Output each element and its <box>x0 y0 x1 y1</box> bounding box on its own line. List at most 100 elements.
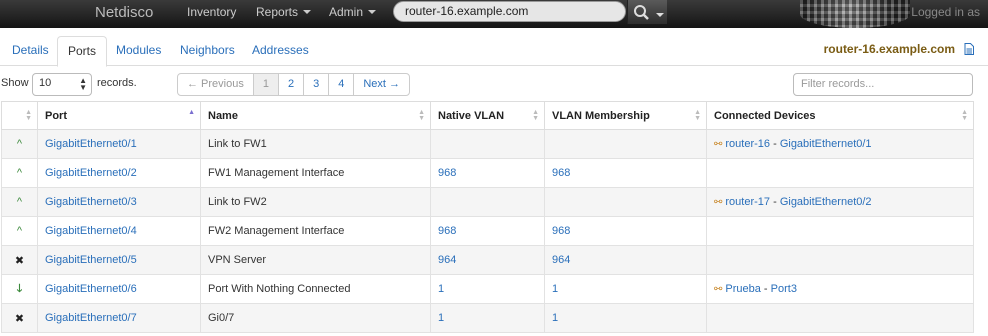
vlan-membership-cell: 964 <box>544 245 707 275</box>
port-link[interactable]: GigabitEthernet0/1 <box>45 138 137 150</box>
chevron-down-icon <box>656 13 664 17</box>
device-separator: - <box>770 196 780 208</box>
native-vlan-link[interactable]: 964 <box>438 254 456 266</box>
page-2-button[interactable]: 2 <box>277 74 303 95</box>
nav-reports[interactable]: Reports <box>256 5 312 19</box>
sort-ascending-icon: ▲ <box>188 109 195 116</box>
page-3-button[interactable]: 3 <box>303 74 328 95</box>
port-link[interactable]: GigabitEthernet0/5 <box>45 254 137 266</box>
native-vlan-cell: 1 <box>430 303 545 333</box>
port-header-label: Port <box>45 109 67 122</box>
tab-modules[interactable]: Modules <box>106 36 171 66</box>
sort-icon: ▲ ▼ <box>418 109 425 122</box>
nav-reports-label: Reports <box>256 5 299 19</box>
port-cell: GigabitEthernet0/2 <box>37 158 201 188</box>
name-header-label: Name <box>208 109 238 122</box>
sort-icon: ▲ ▼ <box>25 109 32 122</box>
link-icon: ⚯ <box>714 284 723 295</box>
vlan-membership-link[interactable]: 1 <box>552 283 558 295</box>
port-cell: GigabitEthernet0/1 <box>37 129 201 159</box>
vlan-membership-cell: 968 <box>544 158 707 188</box>
name-column-header[interactable]: Name ▲ ▼ <box>200 101 431 130</box>
document-icon[interactable] <box>964 43 974 55</box>
native-vlan-cell: 968 <box>430 216 545 246</box>
chevron-down-icon <box>303 10 312 14</box>
page-size-select[interactable]: 10 ▲ ▼ <box>32 73 92 96</box>
tab-ports[interactable]: Ports <box>57 36 108 67</box>
native-vlan-column-header[interactable]: Native VLAN ▲ ▼ <box>430 101 545 130</box>
vlan-membership-link[interactable]: 968 <box>552 167 570 179</box>
device-title[interactable]: router-16.example.com <box>824 42 955 56</box>
connected-device-link[interactable]: router-16 <box>725 138 770 150</box>
vlan-membership-link[interactable]: 964 <box>552 254 570 266</box>
vlan-membership-header-label: VLAN Membership <box>552 109 650 122</box>
disabled-x-icon: ✖ <box>1 303 38 333</box>
tab-addresses[interactable]: Addresses <box>242 36 319 66</box>
nav-inventory[interactable]: Inventory <box>187 5 236 19</box>
search-button[interactable] <box>627 0 667 24</box>
previous-page-button[interactable]: ← Previous <box>178 74 253 95</box>
connected-device-link[interactable]: Prueba <box>725 283 760 295</box>
sort-icon: ▲ ▼ <box>694 109 701 122</box>
next-page-button[interactable]: Next → <box>353 74 409 95</box>
disco-ball-graphic <box>800 0 910 28</box>
connected-port-link[interactable]: GigabitEthernet0/2 <box>780 196 872 208</box>
page-1-button[interactable]: 1 <box>252 74 278 95</box>
native-vlan-link[interactable]: 1 <box>438 283 444 295</box>
arrow-down-icon: 🡓 <box>1 274 38 304</box>
port-link[interactable]: GigabitEthernet0/2 <box>45 167 137 179</box>
filter-records-input[interactable]: Filter records... <box>793 73 973 96</box>
port-name-cell: VPN Server <box>200 245 431 275</box>
search-icon <box>634 5 649 20</box>
connected-devices-column-header[interactable]: Connected Devices ▲ ▼ <box>706 101 974 130</box>
connected-devices-cell <box>706 303 974 333</box>
vlan-membership-link[interactable]: 1 <box>552 312 558 324</box>
port-name-cell: FW1 Management Interface <box>200 158 431 188</box>
connected-device-link[interactable]: router-17 <box>725 196 770 208</box>
pagination: ← Previous 1 2 3 4 Next → <box>177 73 411 96</box>
native-vlan-link[interactable]: 1 <box>438 312 444 324</box>
port-cell: GigabitEthernet0/6 <box>37 274 201 304</box>
tab-details[interactable]: Details <box>2 36 59 66</box>
native-vlan-link[interactable]: 968 <box>438 225 456 237</box>
port-up-icon: ^ <box>1 187 38 217</box>
port-link[interactable]: GigabitEthernet0/7 <box>45 312 137 324</box>
port-up-icon: ^ <box>1 158 38 188</box>
port-cell: GigabitEthernet0/4 <box>37 216 201 246</box>
table-row: ✖ GigabitEthernet0/5 VPN Server 964 964 <box>1 245 974 275</box>
nav-admin-label: Admin <box>329 5 364 19</box>
sort-icon: ▲ ▼ <box>961 109 968 122</box>
records-label: records. <box>97 77 137 89</box>
nav-admin[interactable]: Admin <box>329 5 377 19</box>
search-input[interactable]: router-16.example.com <box>393 1 626 22</box>
port-link[interactable]: GigabitEthernet0/6 <box>45 283 137 295</box>
vlan-membership-link[interactable]: 968 <box>552 225 570 237</box>
port-cell: GigabitEthernet0/3 <box>37 187 201 217</box>
vlan-membership-cell <box>544 129 707 159</box>
vlan-membership-cell <box>544 187 707 217</box>
table-row: ^ GigabitEthernet0/4 FW2 Management Interf… <box>1 216 974 246</box>
native-vlan-link[interactable]: 968 <box>438 167 456 179</box>
native-vlan-cell <box>430 129 545 159</box>
port-name-cell: Port With Nothing Connected <box>200 274 431 304</box>
ports-table: ▲ ▼ Port ▲ Name ▲ ▼ Native VLAN ▲ ▼ VLAN Membe… <box>1 101 974 333</box>
page-size-value: 10 <box>39 77 52 89</box>
device-separator: - <box>760 283 771 295</box>
native-vlan-cell <box>430 187 545 217</box>
connected-port-link[interactable]: GigabitEthernet0/1 <box>780 138 872 150</box>
connected-devices-cell: ⚯ router-17 - GigabitEthernet0/2 <box>706 187 974 217</box>
port-link[interactable]: GigabitEthernet0/3 <box>45 196 137 208</box>
port-cell: GigabitEthernet0/7 <box>37 303 201 333</box>
page-4-button[interactable]: 4 <box>328 74 353 95</box>
vlan-membership-column-header[interactable]: VLAN Membership ▲ ▼ <box>544 101 707 130</box>
brand-logo[interactable]: Netdisco <box>95 4 153 21</box>
port-name-cell: Link to FW2 <box>200 187 431 217</box>
port-link[interactable]: GigabitEthernet0/4 <box>45 225 137 237</box>
port-column-header[interactable]: Port ▲ <box>37 101 201 130</box>
login-status[interactable]: Logged in as <box>911 5 980 19</box>
tab-neighbors[interactable]: Neighbors <box>170 36 245 66</box>
disabled-x-icon: ✖ <box>1 245 38 275</box>
status-column-header: ▲ ▼ <box>1 101 38 130</box>
connected-port-link[interactable]: Port3 <box>771 283 797 295</box>
connected-devices-cell: ⚯ Prueba - Port3 <box>706 274 974 304</box>
